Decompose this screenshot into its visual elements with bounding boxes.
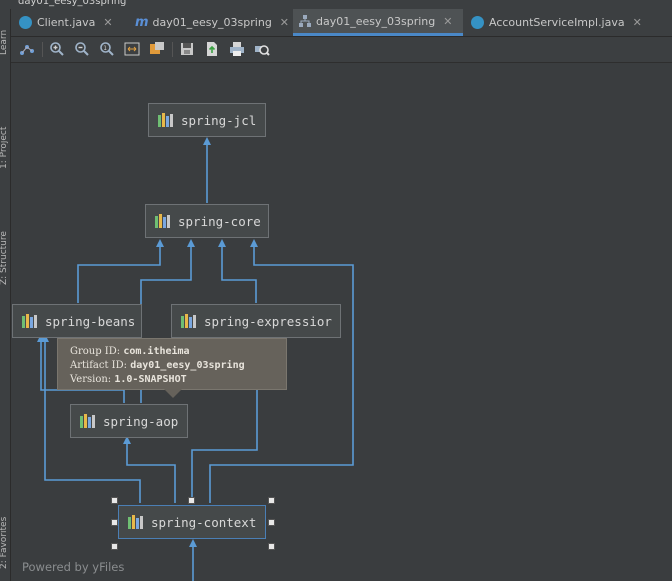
maven-artifact-icon (181, 314, 196, 328)
maven-artifact-icon (155, 214, 170, 228)
edge-expression-to-core (218, 239, 257, 303)
tooltip-group-row: Group ID: com.itheima (70, 346, 190, 357)
node-label: spring-context (151, 514, 257, 530)
node-spring-expression[interactable]: spring-expressior (171, 304, 341, 338)
resize-handle[interactable] (268, 497, 275, 504)
tooltip-artifact-row: Artifact ID: day01_eesy_03spring (70, 360, 245, 371)
edge-context-to-aop (123, 436, 176, 503)
dependency-edges (37, 137, 354, 581)
node-spring-context[interactable]: spring-context (118, 505, 266, 539)
resize-handle[interactable] (111, 519, 118, 526)
maven-artifact-icon (128, 515, 143, 529)
resize-handle[interactable] (268, 519, 275, 526)
tooltip-pointer (164, 389, 182, 398)
node-label: spring-expressior (204, 313, 332, 329)
edge-beans-to-core (77, 239, 164, 303)
resize-handle[interactable] (188, 497, 195, 504)
resize-handle[interactable] (111, 497, 118, 504)
node-label: spring-aop (103, 413, 179, 429)
maven-artifact-icon (80, 414, 95, 428)
node-spring-jcl[interactable]: spring-jcl (148, 103, 266, 137)
artifact-tooltip: Group ID: com.itheima Artifact ID: day01… (57, 338, 287, 390)
maven-artifact-icon (158, 113, 173, 127)
resize-handle[interactable] (268, 543, 275, 550)
maven-artifact-icon (22, 314, 37, 328)
tooltip-version-row: Version: 1.0-SNAPSHOT (70, 374, 187, 385)
yfiles-watermark: Powered by yFiles (22, 560, 125, 574)
node-label: spring-beans (45, 313, 136, 329)
node-label: spring-core (178, 213, 261, 229)
node-label: spring-jcl (181, 112, 257, 128)
node-spring-beans[interactable]: spring-beans (12, 304, 142, 338)
node-spring-core[interactable]: spring-core (145, 204, 269, 238)
resize-handle[interactable] (111, 543, 118, 550)
node-spring-aop[interactable]: spring-aop (70, 404, 188, 438)
